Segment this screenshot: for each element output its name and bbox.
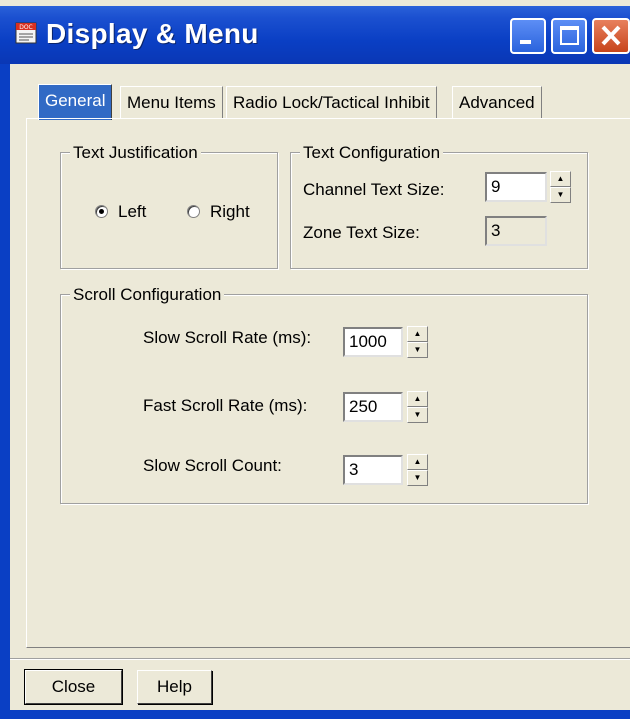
maximize-button[interactable]: [551, 18, 587, 54]
spin-up-icon[interactable]: ▲: [550, 171, 571, 187]
spin-down-icon[interactable]: ▼: [407, 407, 428, 423]
text-justification-label: Text Justification: [70, 143, 201, 163]
slow-scroll-count-input[interactable]: 3: [343, 455, 403, 485]
channel-text-size-label: Channel Text Size:: [303, 180, 445, 199]
tab-menu-items[interactable]: Menu Items: [120, 86, 223, 119]
text-configuration-label: Text Configuration: [300, 143, 444, 163]
minimize-button[interactable]: [510, 18, 546, 54]
close-button[interactable]: Close: [24, 669, 123, 705]
text-configuration-group: [290, 152, 588, 269]
right-radio-label[interactable]: Right: [210, 202, 250, 222]
spin-down-icon[interactable]: ▼: [407, 470, 428, 486]
scroll-configuration-group: [60, 294, 588, 504]
tab-general[interactable]: General: [38, 84, 113, 120]
zone-text-size-field: 3: [485, 216, 547, 246]
slow-scroll-count-label: Slow Scroll Count:: [143, 456, 282, 475]
spin-down-icon[interactable]: ▼: [407, 342, 428, 358]
left-radio[interactable]: [95, 205, 108, 218]
close-window-button[interactable]: [592, 18, 630, 54]
window-frame-left: [0, 64, 10, 719]
left-radio-label[interactable]: Left: [118, 202, 146, 222]
slow-scroll-count-spinner[interactable]: ▲ ▼: [407, 454, 428, 486]
spin-down-icon[interactable]: ▼: [550, 187, 571, 203]
tab-radio-lock-tactical-inhibit[interactable]: Radio Lock/Tactical Inhibit: [226, 86, 437, 119]
window-title: Display & Menu: [46, 18, 259, 49]
footer-separator: [10, 658, 630, 660]
help-button[interactable]: Help: [137, 670, 212, 704]
window-frame-bottom: [0, 710, 630, 719]
zone-text-size-label: Zone Text Size:: [303, 223, 420, 242]
doc-icon: DOC: [15, 22, 37, 44]
maximize-icon: [560, 26, 579, 45]
dialog-window: DOC Display & Menu General Menu Items Ra…: [0, 0, 630, 719]
slow-scroll-rate-spinner[interactable]: ▲ ▼: [407, 326, 428, 358]
fast-scroll-rate-spinner[interactable]: ▲ ▼: [407, 391, 428, 423]
channel-text-size-input[interactable]: 9: [485, 172, 547, 202]
scroll-configuration-label: Scroll Configuration: [70, 285, 225, 305]
channel-text-size-spinner[interactable]: ▲ ▼: [550, 171, 571, 203]
spin-up-icon[interactable]: ▲: [407, 391, 428, 407]
close-icon: [601, 25, 621, 46]
spin-up-icon[interactable]: ▲: [407, 454, 428, 470]
spin-up-icon[interactable]: ▲: [407, 326, 428, 342]
minimize-icon: [520, 40, 531, 44]
slow-scroll-rate-input[interactable]: 1000: [343, 327, 403, 357]
svg-text:DOC: DOC: [19, 24, 33, 31]
title-bar[interactable]: DOC Display & Menu: [0, 6, 630, 64]
right-radio[interactable]: [187, 205, 200, 218]
fast-scroll-rate-input[interactable]: 250: [343, 392, 403, 422]
fast-scroll-rate-label: Fast Scroll Rate (ms):: [143, 396, 308, 415]
slow-scroll-rate-label: Slow Scroll Rate (ms):: [143, 328, 312, 347]
tab-advanced[interactable]: Advanced: [452, 86, 542, 119]
